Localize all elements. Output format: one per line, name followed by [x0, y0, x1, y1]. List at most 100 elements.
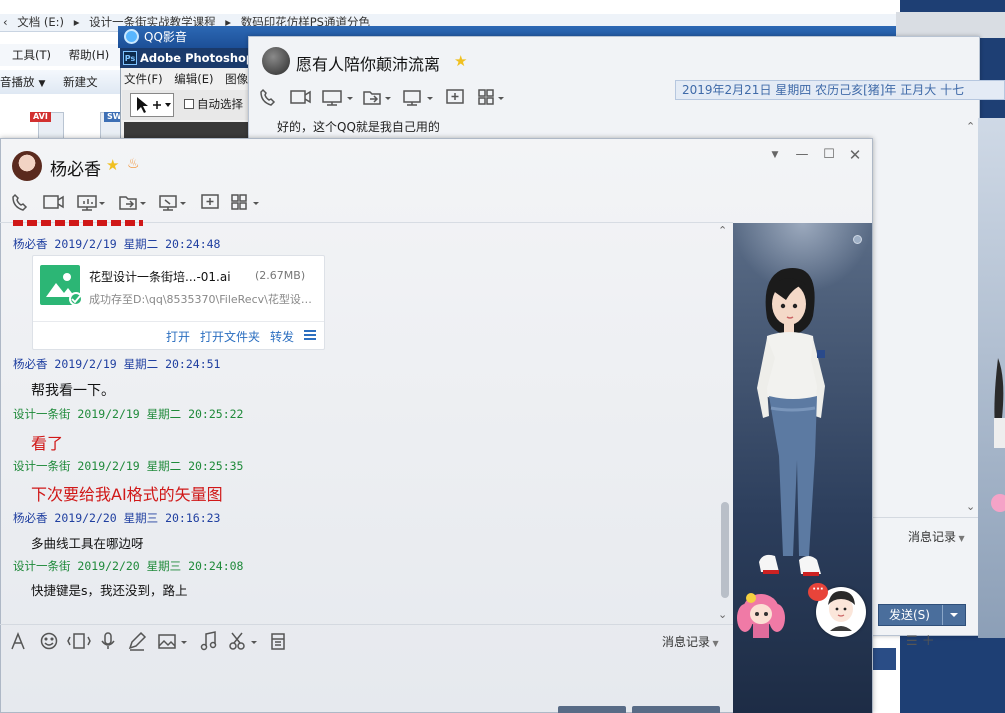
chat2-toolbar [258, 87, 508, 109]
send-button[interactable] [632, 706, 720, 713]
open-file-link[interactable]: 打开 [166, 328, 190, 345]
message-sender: 杨必香 2019/2/19 星期二 20:24:48 [13, 237, 221, 251]
auto-select-checkbox[interactable]: 自动选择 [184, 96, 243, 112]
input-toolbar-partial: ☰ ＋ [906, 630, 935, 649]
avatar[interactable] [262, 47, 290, 75]
scroll-up-icon[interactable]: ⌃ [966, 120, 975, 133]
scroll-up-icon[interactable]: ⌃ [718, 224, 727, 237]
clipped-message [13, 220, 143, 226]
file-type-tag: AVI [30, 112, 51, 122]
scissors-icon[interactable] [227, 631, 259, 651]
scroll-down-icon[interactable]: ⌄ [966, 500, 975, 513]
menu-help[interactable]: 帮助(H) [69, 48, 110, 62]
history-label: 消息记录 [662, 635, 711, 649]
photoshop-titlebar[interactable]: Adobe Photoshop CS [120, 48, 260, 68]
message-history-button[interactable]: 消息记录 ▼ [662, 633, 719, 650]
breadcrumb-arrow: ‹ [3, 15, 8, 29]
qqplayer-title: QQ影音 [144, 30, 187, 44]
explorer-menu: 工具(T) 帮助(H) [0, 44, 125, 66]
menu-icon[interactable] [304, 330, 316, 340]
chevron-down-icon: ▼ [38, 79, 46, 89]
maximize-icon[interactable]: ☐ [821, 148, 837, 162]
notification-bubble-icon[interactable]: ··· [808, 583, 828, 601]
message-text: 下次要给我AI格式的矢量图 [31, 485, 223, 504]
add-icon[interactable]: ＋ [922, 634, 935, 649]
music-icon[interactable] [199, 631, 217, 651]
star-icon: ★ [454, 52, 468, 70]
avatar-figure[interactable] [747, 268, 847, 598]
send-options-button[interactable] [942, 605, 964, 625]
ps-menu-edit[interactable]: 编辑(E) [174, 72, 213, 86]
divider [870, 517, 978, 518]
message-history-button[interactable]: 消息记录 ▼ [908, 528, 965, 545]
message-icon[interactable] [200, 192, 220, 212]
toolbar-new-folder[interactable]: 新建文 [63, 75, 98, 89]
dropdown-icon[interactable]: ▼ [767, 148, 783, 162]
history-label: 消息记录 [908, 530, 957, 544]
move-tool-icon[interactable] [130, 93, 174, 117]
checkbox-icon [184, 99, 194, 109]
divider [33, 321, 324, 322]
message-sender: 杨必香 2019/2/20 星期三 20:16:23 [13, 511, 221, 525]
emoji-icon[interactable] [39, 631, 59, 651]
scrollbar-thumb[interactable] [721, 502, 729, 598]
contact-name[interactable]: 愿有人陪你颠沛流离 [296, 51, 440, 75]
red-packet-icon[interactable] [269, 631, 287, 651]
menu-icon[interactable]: ☰ [906, 634, 918, 649]
ps-menu-image[interactable]: 图像 [225, 72, 248, 86]
file-size: (2.67MB) [255, 269, 306, 282]
check-icon [69, 292, 83, 306]
phone-icon[interactable] [10, 192, 30, 212]
background-window [896, 12, 1005, 38]
qqplayer-logo-icon [124, 29, 139, 44]
message-sender: 设计一条街 2019/2/19 星期二 20:25:35 [13, 459, 244, 473]
forward-link[interactable]: 转发 [270, 328, 294, 345]
input-toolbar [10, 631, 300, 653]
font-icon[interactable] [10, 631, 28, 651]
message-text: 帮我看一下。 [31, 383, 115, 399]
pet-icon[interactable] [735, 588, 793, 644]
chevron-down-icon: ▼ [956, 534, 965, 543]
video-icon[interactable] [40, 192, 66, 212]
pen-icon[interactable] [127, 631, 147, 651]
close-icon[interactable]: ✕ [847, 148, 863, 163]
avatar[interactable] [12, 151, 42, 181]
camera-icon[interactable] [853, 235, 862, 244]
explorer-toolbar: 音播放 ▼ 新建文 [0, 70, 125, 94]
toolbar-play[interactable]: 音播放 [0, 75, 35, 89]
shake-icon[interactable] [67, 631, 91, 651]
message-sender: 设计一条街 2019/2/20 星期三 20:24:08 [13, 559, 244, 573]
photoshop-menu: 文件(F) 编辑(E) 图像 [124, 70, 259, 88]
chat-toolbar [10, 192, 270, 214]
screen-share-icon[interactable] [76, 192, 108, 212]
minimize-icon[interactable]: — [794, 148, 810, 162]
auto-select-label: 自动选择 [197, 97, 243, 111]
breadcrumb-arrow: ▸ [73, 15, 80, 29]
remote-desktop-icon[interactable] [158, 192, 190, 212]
breadcrumb-drive[interactable]: 文档 (E:) [17, 15, 64, 29]
close-button[interactable] [558, 706, 626, 713]
message-text: 多曲线工具在哪边呀 [31, 536, 144, 551]
message-text: 好的，这个QQ就是我自己用的 [277, 120, 440, 134]
ps-menu-file[interactable]: 文件(F) [124, 72, 163, 86]
chevron-down-icon: ▼ [710, 639, 719, 648]
photoshop-logo-icon: Ps [123, 51, 137, 65]
message-sender: 设计一条街 2019/2/19 星期二 20:25:22 [13, 407, 244, 421]
image-icon[interactable] [157, 631, 189, 651]
contact-name[interactable]: 杨必香 [50, 155, 101, 180]
calendar-date-bar: 2019年2月21日 星期四 农历己亥[猪]年 正月大 十七 [675, 80, 1005, 100]
apps-icon[interactable] [230, 192, 262, 212]
file-status: 成功存至D:\qq\8535370\FileRecv\花型设计一条街培训 [89, 293, 321, 306]
flame-icon: ♨ [127, 156, 140, 172]
file-transfer-icon[interactable] [116, 192, 148, 212]
message-text: 快捷键是s，我还没到，路上 [31, 583, 188, 598]
chat2-show-panel [978, 118, 1005, 638]
voice-icon[interactable] [99, 631, 117, 651]
divider [0, 624, 733, 625]
star-icon: ★ [106, 156, 120, 174]
open-folder-link[interactable]: 打开文件夹 [200, 328, 260, 345]
file-name: 花型设计一条街培...-01.ai [89, 270, 231, 284]
message-text: 看了 [31, 434, 64, 453]
menu-tools[interactable]: 工具(T) [12, 48, 51, 62]
scroll-down-icon[interactable]: ⌄ [718, 608, 727, 621]
